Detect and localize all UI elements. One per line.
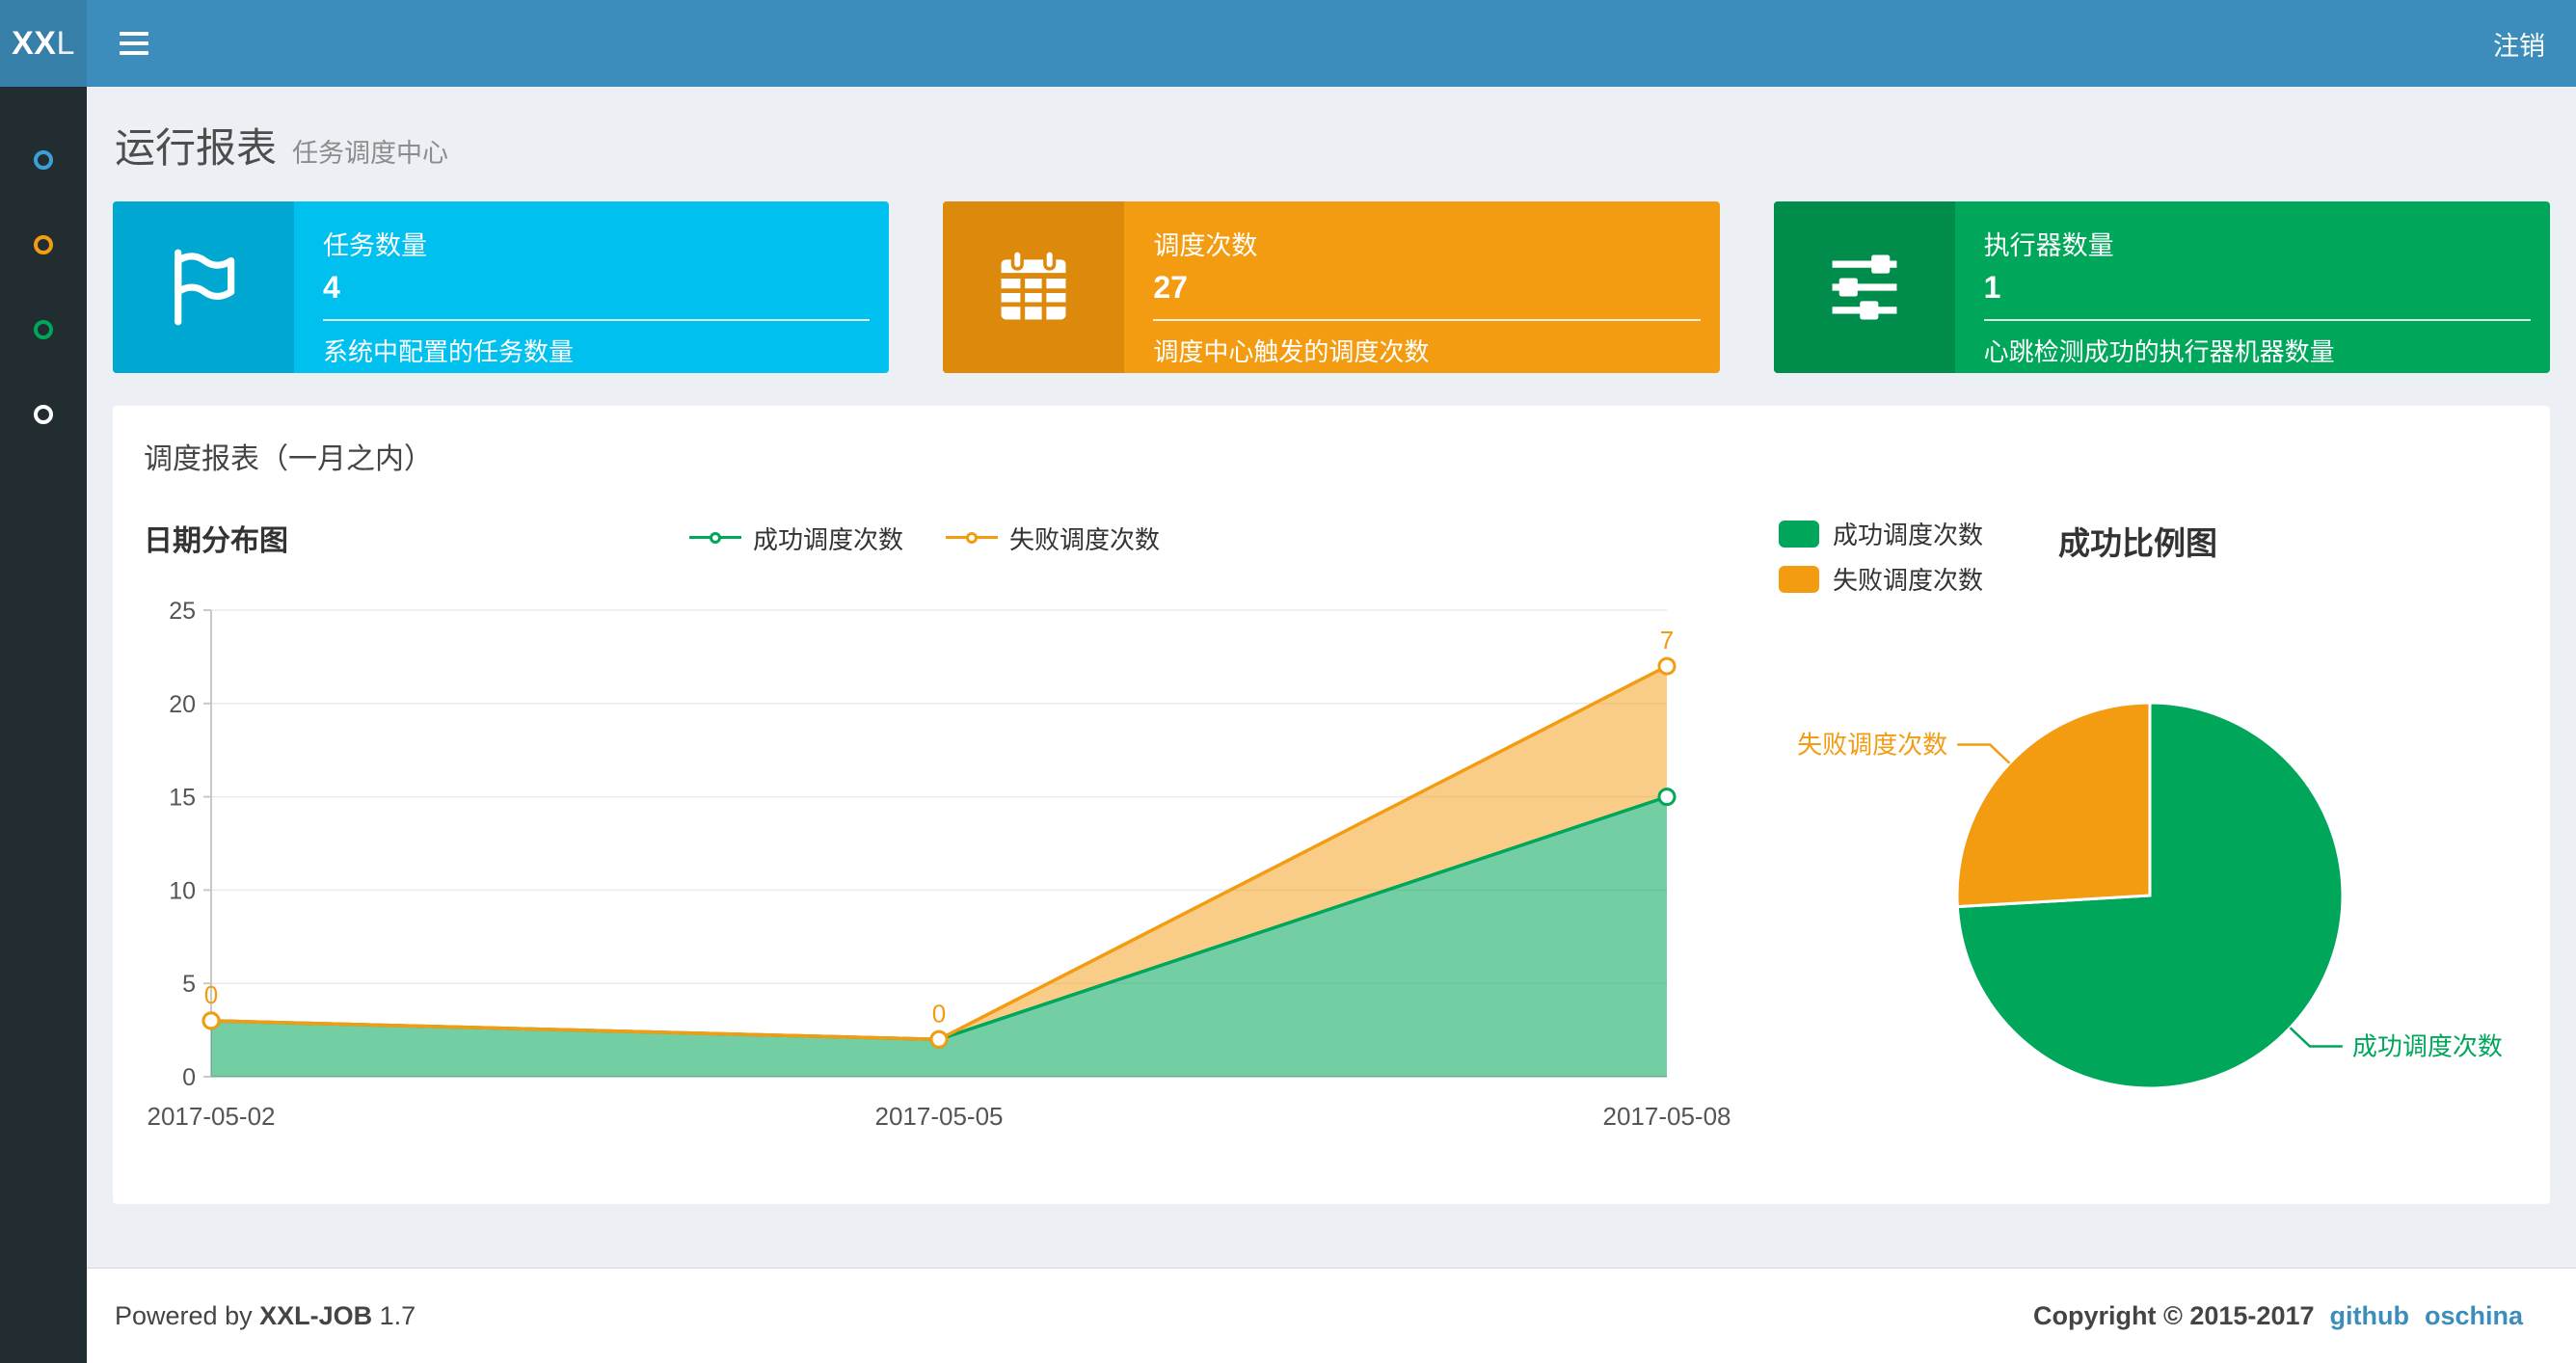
- flag-icon: [174, 249, 235, 326]
- product-name: XXL-JOB: [259, 1300, 373, 1330]
- svg-text:失败调度次数: 失败调度次数: [1797, 731, 1947, 760]
- info-box-icon-wrap: [1773, 201, 1955, 373]
- sidebar: [0, 87, 87, 1363]
- product-version: 1.7: [379, 1300, 416, 1330]
- sidebar-item-4[interactable]: [0, 372, 87, 457]
- page-title: 运行报表: [115, 125, 278, 171]
- logout-button[interactable]: 注销: [2462, 0, 2576, 87]
- success-ratio-chart: 成功调度次数 失败调度次数: [1797, 701, 2503, 1090]
- svg-text:5: 5: [182, 971, 196, 998]
- info-box-title: 执行器数量: [1983, 231, 2114, 260]
- svg-text:成功调度次数: 成功调度次数: [2352, 1031, 2503, 1060]
- logo-bold: XX: [12, 24, 57, 62]
- page-subtitle: 任务调度中心: [292, 139, 449, 168]
- svg-text:7: 7: [1660, 626, 1674, 655]
- legend-item-success[interactable]: 成功调度次数: [688, 521, 903, 556]
- svg-text:0: 0: [932, 999, 946, 1028]
- copyright: Copyright © 2015-2017: [2032, 1300, 2315, 1330]
- info-box-executors: 执行器数量 1 心跳检测成功的执行器机器数量: [1773, 201, 2550, 373]
- powered-by: Powered by XXL-JOB 1.7: [115, 1300, 416, 1330]
- stats-row: 任务数量 4 系统中配置的任务数量 调度次数 27 调度中心触发的调度次数 执行…: [113, 201, 2550, 373]
- circle-icon: [34, 405, 53, 424]
- circle-icon: [34, 150, 53, 170]
- info-box-description: 心跳检测成功的执行器机器数量: [1983, 337, 2335, 366]
- line-marker-icon: [688, 529, 741, 547]
- line-marker-icon: [946, 529, 998, 547]
- info-box-value: 27: [1153, 270, 1188, 305]
- svg-text:15: 15: [169, 785, 196, 812]
- svg-text:20: 20: [169, 691, 196, 718]
- sidebar-toggle-button[interactable]: [87, 0, 181, 87]
- info-box-title: 任务数量: [323, 231, 427, 260]
- info-box-value: 4: [323, 270, 340, 305]
- pie-chart-title: 成功比例图: [2058, 525, 2218, 561]
- legend-label: 失败调度次数: [1009, 524, 1161, 554]
- top-navbar: XX L 注销: [0, 0, 2576, 87]
- info-box-triggers: 调度次数 27 调度中心触发的调度次数: [943, 201, 1720, 373]
- success-ratio-section: 成功调度次数 失败调度次数 成功比例图 成功调度次数 失败调度次数: [1744, 516, 2528, 1175]
- svg-text:0: 0: [204, 980, 218, 1009]
- svg-text:2017-05-02: 2017-05-02: [148, 1102, 276, 1131]
- info-box-divider: [1983, 319, 2531, 321]
- logo-light: L: [56, 24, 75, 62]
- pie-legend-item-success[interactable]: 成功调度次数: [1779, 516, 1983, 551]
- info-box-icon-wrap: [943, 201, 1125, 373]
- info-box-description: 系统中配置的任务数量: [323, 337, 575, 366]
- sidebar-item-2[interactable]: [0, 202, 87, 287]
- info-box-divider: [323, 319, 871, 321]
- circle-icon: [34, 320, 53, 339]
- info-box-jobs: 任务数量 4 系统中配置的任务数量: [113, 201, 890, 373]
- pie-chart-legend: 成功调度次数 失败调度次数: [1779, 516, 1983, 597]
- legend-label: 成功调度次数: [1833, 521, 1984, 549]
- svg-text:25: 25: [169, 598, 196, 625]
- circle-icon: [34, 235, 53, 254]
- svg-text:0: 0: [182, 1064, 196, 1091]
- info-box-icon-wrap: [113, 201, 294, 373]
- content-wrapper: 运行报表 任务调度中心 任务数量 4 系统中配置的任务数量 调度次数 27 调度…: [87, 87, 2576, 1268]
- line-chart-legend: 成功调度次数 失败调度次数: [688, 521, 1160, 556]
- pie-legend-item-fail[interactable]: 失败调度次数: [1779, 561, 1983, 597]
- legend-swatch-icon: [1779, 520, 1819, 548]
- legend-label: 成功调度次数: [752, 524, 903, 554]
- date-distribution-section: 日期分布图 成功调度次数 失败调度次数 0 5 10 15 20 25 0 0 7 2017-05…: [144, 516, 1731, 1175]
- link-oschina[interactable]: oschina: [2425, 1301, 2523, 1331]
- svg-text:10: 10: [169, 877, 196, 904]
- date-distribution-chart: 05101520250072017-05-02 2017-05-05 2017-05…: [148, 598, 1731, 1131]
- legend-swatch-icon: [1779, 565, 1819, 593]
- sidebar-item-3[interactable]: [0, 287, 87, 372]
- legend-label: 失败调度次数: [1833, 566, 1984, 595]
- info-box-divider: [1153, 319, 1701, 321]
- svg-text:2017-05-08: 2017-05-08: [1603, 1102, 1731, 1131]
- sidebar-item-1[interactable]: [0, 118, 87, 202]
- legend-item-fail[interactable]: 失败调度次数: [946, 521, 1160, 556]
- panel-title: 调度报表（一月之内）: [144, 443, 433, 475]
- info-box-value: 1: [1983, 270, 2001, 305]
- svg-text:2017-05-05: 2017-05-05: [875, 1102, 1004, 1131]
- info-box-description: 调度中心触发的调度次数: [1153, 337, 1430, 366]
- footer: Powered by XXL-JOB 1.7 Copyright © 2015-…: [87, 1268, 2576, 1363]
- calendar-icon: [1001, 248, 1066, 320]
- link-github[interactable]: github: [2330, 1301, 2409, 1331]
- hamburger-icon: [120, 32, 148, 55]
- app-logo[interactable]: XX L: [0, 0, 87, 87]
- chart-title: 日期分布图: [144, 525, 288, 557]
- report-panel: 调度报表（一月之内） 日期分布图 成功调度次数 失败调度次数 0 5 10 15…: [113, 406, 2550, 1204]
- sliders-icon: [1832, 254, 1897, 320]
- info-box-title: 调度次数: [1153, 231, 1258, 260]
